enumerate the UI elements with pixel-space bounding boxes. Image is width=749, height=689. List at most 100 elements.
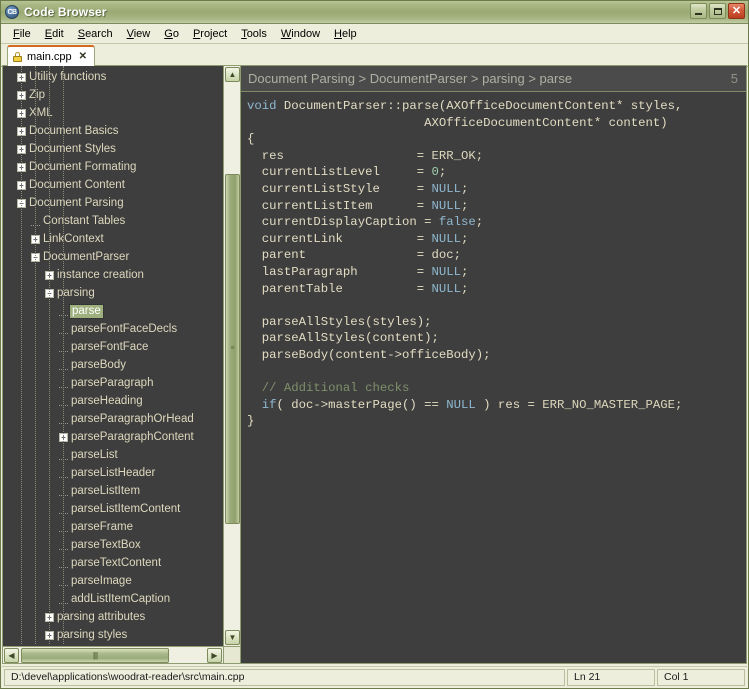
tree-vertical-scrollbar[interactable]: ▲ ≡ ▼ [223, 66, 240, 646]
tree-item[interactable]: + Document Styles [3, 140, 223, 158]
menu-item-tools[interactable]: Tools [234, 27, 274, 41]
code-token: currentListStyle = [247, 181, 432, 196]
code-token: NULL [431, 231, 462, 246]
tree-item[interactable]: + parsing attributes [3, 608, 223, 626]
code-token: ( doc->masterPage() == [276, 397, 447, 412]
tree-viewport: + Utility functions + Zip + XML + Document Basi… [3, 66, 223, 646]
code-line: parseBody(content->officeBody); [247, 347, 746, 364]
tree-item-label: DocumentParser [43, 250, 130, 263]
tree-item-label: Utility functions [29, 70, 107, 83]
maximize-icon [713, 7, 722, 15]
tree-item[interactable]: parseFontFace [3, 338, 223, 356]
chevron-up-icon: ▲ [228, 69, 237, 79]
tree-item[interactable]: parseBody [3, 356, 223, 374]
tree-item[interactable]: + instance creation [3, 266, 223, 284]
tree-item[interactable]: + Utility functions [3, 68, 223, 86]
symbol-tree-pane: + Utility functions + Zip + XML + Document Basi… [2, 65, 240, 664]
tree-item-label: parseTextContent [71, 556, 162, 569]
window-title: Code Browser [24, 5, 107, 19]
code-line: if( doc->masterPage() == NULL ) res = ER… [247, 397, 746, 414]
code-token: ; [461, 264, 469, 279]
tree-item[interactable]: parseList [3, 446, 223, 464]
code-token: ; [461, 181, 469, 196]
tree-item[interactable]: parseParagraphOrHead [3, 410, 223, 428]
tree-item[interactable]: − DocumentParser [3, 248, 223, 266]
scroll-left-button[interactable]: ◀ [4, 648, 19, 663]
tree-vertical-scroll-thumb[interactable]: ≡ [225, 174, 240, 524]
tree-item[interactable]: parseListItemContent [3, 500, 223, 518]
tab-close-icon[interactable]: ✕ [79, 52, 87, 62]
code-line: void DocumentParser::parse(AXOfficeDocum… [247, 98, 746, 115]
tree-item[interactable]: − Document Parsing [3, 194, 223, 212]
code-line: parentTable = NULL; [247, 281, 746, 298]
code-token: currentLink = [247, 231, 432, 246]
code-line: { [247, 131, 746, 148]
chevron-down-icon: ▼ [228, 632, 237, 642]
code-token: parseAllStyles(styles); [247, 314, 432, 329]
breadcrumb[interactable]: Document Parsing > DocumentParser > pars… [241, 66, 746, 92]
minimize-button[interactable] [690, 3, 707, 19]
tree-item[interactable]: − parsing [3, 284, 223, 302]
tab-main-cpp[interactable]: main.cpp ✕ [7, 45, 96, 66]
tree-item[interactable]: parseImage [3, 572, 223, 590]
menu-item-file[interactable]: File [6, 27, 38, 41]
tree-item[interactable]: parseListItem [3, 482, 223, 500]
menu-item-window[interactable]: Window [274, 27, 327, 41]
code-token: NULL [431, 198, 462, 213]
status-bar: D:\devel\applications\woodrat-reader\src… [2, 666, 747, 687]
scroll-right-button[interactable]: ▶ [207, 648, 222, 663]
tree-item[interactable]: parseListHeader [3, 464, 223, 482]
scroll-down-button[interactable]: ▼ [225, 630, 240, 645]
scroll-up-button[interactable]: ▲ [225, 67, 240, 82]
close-button[interactable]: ✕ [728, 3, 745, 19]
tree-item[interactable]: parseHeading [3, 392, 223, 410]
tree-item[interactable]: + Document Formating [3, 158, 223, 176]
code-line: AXOfficeDocumentContent* content) [247, 115, 746, 132]
tree-item-label: Document Parsing [29, 196, 124, 209]
menu-item-go[interactable]: Go [157, 27, 186, 41]
tree-item[interactable]: + Document Basics [3, 122, 223, 140]
code-line: currentDisplayCaption = false; [247, 214, 746, 231]
app-icon: CB [5, 5, 19, 19]
tree-horizontal-scrollbar[interactable]: ◀ |||| ▶ [3, 646, 223, 663]
code-token: ; [461, 231, 469, 246]
tree-item[interactable]: + parseParagraphContent [3, 428, 223, 446]
tree-guide-line [63, 66, 64, 644]
code-text-area[interactable]: void DocumentParser::parse(AXOfficeDocum… [241, 93, 746, 663]
scroll-grip-icon: ≡ [230, 345, 235, 352]
tree-item[interactable]: + LinkContext [3, 230, 223, 248]
menu-item-view[interactable]: View [120, 27, 158, 41]
menu-item-project[interactable]: Project [186, 27, 234, 41]
code-line: parent = doc; [247, 247, 746, 264]
tree-item[interactable]: + parsing styles [3, 626, 223, 644]
menu-bar: File Edit Search View Go Project Tools Window He… [1, 24, 748, 44]
tree-item[interactable]: + Document Content [3, 176, 223, 194]
tree-item[interactable]: parseFontFaceDecls [3, 320, 223, 338]
code-token: NULL [431, 281, 462, 296]
tree-item-label: LinkContext [43, 232, 104, 245]
maximize-button[interactable] [709, 3, 726, 19]
code-line: parseAllStyles(styles); [247, 314, 746, 331]
tree-item[interactable]: Constant Tables [3, 212, 223, 230]
tree-item[interactable]: parseTextContent [3, 554, 223, 572]
tree-item[interactable]: addListItemCaption [3, 590, 223, 608]
title-bar: CB Code Browser ✕ [1, 1, 748, 24]
tree-item-label: Constant Tables [43, 214, 126, 227]
tree-horizontal-scroll-thumb[interactable]: |||| [21, 648, 169, 663]
menu-item-help[interactable]: Help [327, 27, 364, 41]
tree-item[interactable]: + XML [3, 104, 223, 122]
tree-item[interactable]: parseTextBox [3, 536, 223, 554]
code-token: NULL [431, 181, 462, 196]
status-line-number: Ln 21 [567, 668, 655, 686]
tree-item[interactable]: parseParagraph [3, 374, 223, 392]
menu-item-search[interactable]: Search [71, 27, 120, 41]
tab-strip: main.cpp ✕ [1, 44, 748, 67]
tree-item-label: Zip [29, 88, 45, 101]
menu-item-edit[interactable]: Edit [38, 27, 71, 41]
tree-item[interactable]: parse [3, 302, 223, 320]
tree-item[interactable]: parseFrame [3, 518, 223, 536]
main-window: CB Code Browser ✕ File Edit Search View Go Pr… [0, 0, 749, 689]
tree-guide-line [35, 66, 36, 644]
tree-item[interactable]: + Zip [3, 86, 223, 104]
tree-item-label: parseBody [71, 358, 126, 371]
